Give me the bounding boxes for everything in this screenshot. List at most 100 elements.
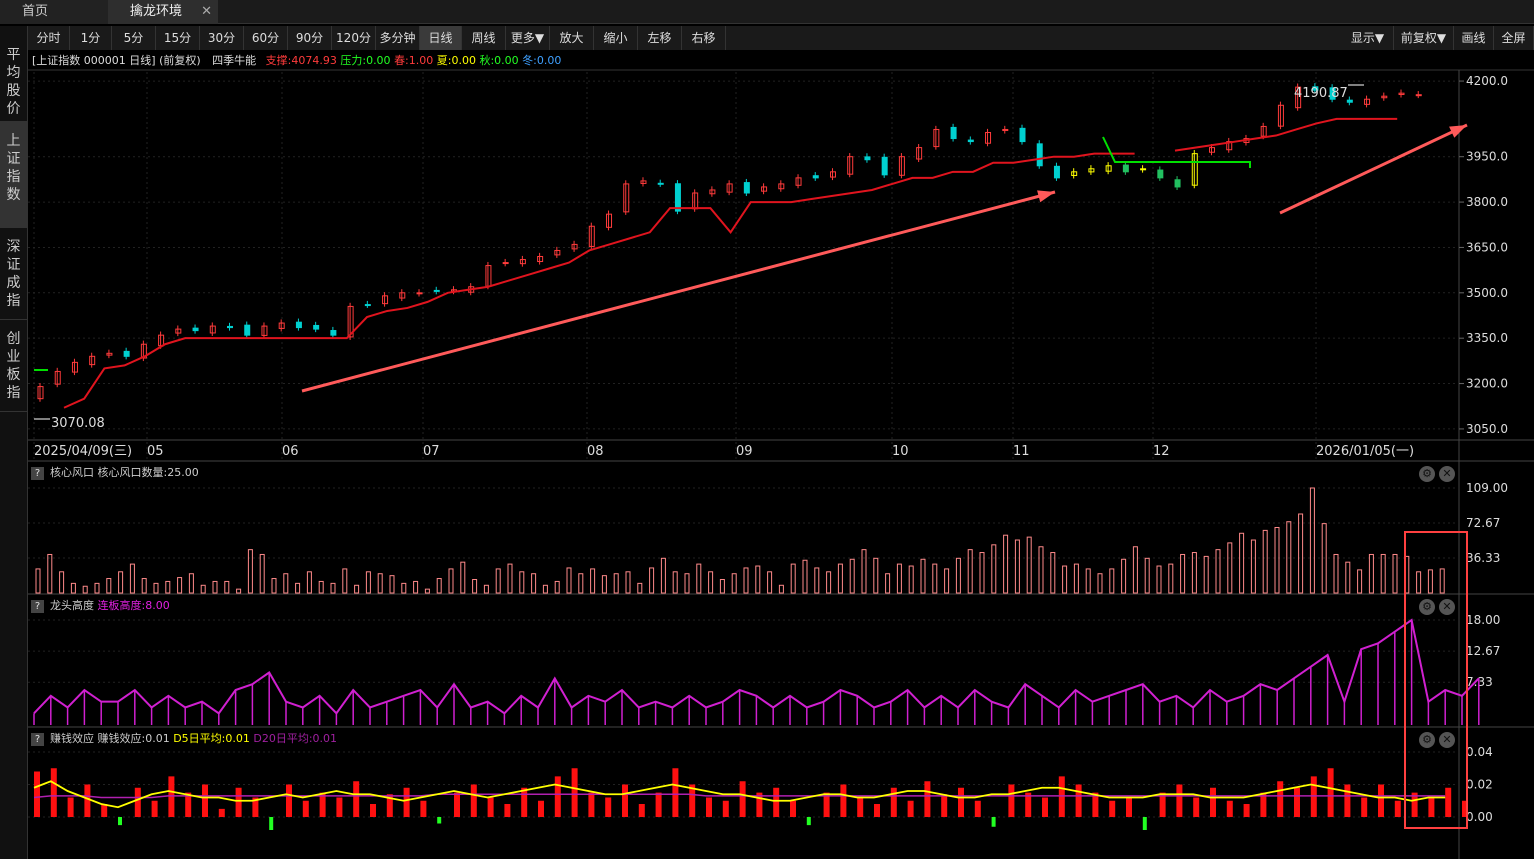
candle-body bbox=[967, 139, 974, 143]
panel1-bar bbox=[885, 573, 891, 594]
panel1-bar bbox=[1073, 563, 1079, 594]
chart-canvas[interactable]: 4200.0 3950.0 3800.0 3650.0 3500.0 3350.0 3200… bbox=[0, 0, 1534, 859]
profit-bar bbox=[1428, 797, 1435, 817]
profit-bar bbox=[1210, 787, 1216, 817]
candle-body bbox=[657, 182, 664, 185]
x-tick-label: 11 bbox=[1013, 444, 1030, 459]
loss-bar bbox=[269, 817, 274, 830]
panel1-bar bbox=[1239, 532, 1245, 594]
annotation-arrowhead bbox=[1449, 125, 1467, 138]
candle-body bbox=[502, 262, 509, 265]
panel1-bar bbox=[531, 573, 537, 594]
panel1-bar bbox=[1439, 568, 1445, 594]
panel1-bar bbox=[389, 575, 395, 594]
y-tick-label: 4200.0 bbox=[1466, 74, 1508, 88]
panel1-bar bbox=[1191, 552, 1197, 594]
profit-bar bbox=[554, 776, 561, 817]
profit-bar bbox=[638, 804, 645, 817]
profit-bar bbox=[1310, 776, 1317, 817]
profit-bar bbox=[958, 787, 964, 817]
profit-bar bbox=[134, 787, 141, 817]
x-tick-label: 06 bbox=[282, 444, 299, 459]
profit-bar bbox=[790, 800, 796, 817]
panel1-bar bbox=[1380, 553, 1386, 594]
profit-bar bbox=[336, 797, 343, 817]
y-tick-label: 109.00 bbox=[1466, 481, 1508, 495]
panel1-bar bbox=[47, 553, 53, 594]
y-tick-label: 3800.0 bbox=[1466, 195, 1508, 209]
panel1-bar bbox=[1014, 539, 1020, 594]
panel1-bar bbox=[896, 563, 902, 594]
panel1-bar bbox=[1168, 563, 1174, 594]
profit-bar bbox=[235, 787, 242, 817]
panel1-bar bbox=[212, 580, 218, 594]
profit-bar bbox=[605, 797, 612, 817]
profit-bar bbox=[504, 804, 511, 817]
candle-body bbox=[192, 327, 199, 332]
profit-bar bbox=[101, 804, 108, 817]
x-tick-label: 2025/04/09(三) bbox=[34, 444, 132, 459]
panel1-bar bbox=[460, 561, 466, 594]
panel1-bar bbox=[141, 578, 147, 594]
panel1-bar bbox=[767, 571, 773, 594]
loss-bar bbox=[437, 817, 442, 824]
annotation-arrowhead bbox=[1037, 190, 1055, 203]
profit-bar bbox=[874, 804, 880, 817]
panel1-bar bbox=[306, 571, 312, 594]
panel1-bar bbox=[1156, 565, 1162, 594]
panel1-bar bbox=[236, 588, 242, 594]
profit-bar bbox=[1193, 797, 1200, 817]
panel1-bar bbox=[849, 558, 855, 594]
panel1-bar bbox=[330, 582, 336, 594]
loss-bar bbox=[1142, 817, 1147, 830]
panel1-bar bbox=[1085, 568, 1091, 594]
profit-bar bbox=[286, 784, 292, 817]
panel1-bar bbox=[944, 568, 950, 594]
panel1-bar bbox=[1062, 565, 1068, 594]
panel1-bar bbox=[613, 573, 619, 594]
panel1-bar bbox=[519, 571, 525, 594]
panel1-bar bbox=[495, 568, 501, 594]
panel1-bar bbox=[401, 582, 407, 594]
candle-body bbox=[244, 324, 251, 336]
profit-bar bbox=[50, 768, 57, 817]
panel1-bar bbox=[601, 575, 607, 594]
panel1-bar bbox=[70, 582, 76, 594]
panel1-bar bbox=[979, 552, 985, 594]
profit-bar bbox=[1226, 800, 1233, 817]
y-tick-label: 3500.0 bbox=[1466, 286, 1508, 300]
y-tick-label: 0.04 bbox=[1466, 745, 1493, 759]
panel1-bar bbox=[837, 563, 843, 594]
profit-bar bbox=[403, 787, 410, 817]
profit-bar bbox=[1344, 784, 1351, 817]
panel1-bar bbox=[660, 557, 666, 594]
panel1-bar bbox=[708, 571, 714, 594]
panel1-bar bbox=[247, 549, 253, 594]
y-tick-label: 12.67 bbox=[1466, 644, 1500, 658]
low-price-label: 3070.08 bbox=[51, 416, 105, 431]
panel1-bar bbox=[672, 571, 678, 594]
profit-bar bbox=[84, 784, 91, 817]
profit-bar bbox=[1361, 797, 1368, 817]
panel1-bar bbox=[1250, 539, 1256, 594]
candle-body bbox=[1415, 94, 1422, 97]
profit-bar bbox=[168, 776, 175, 817]
panel1-bar bbox=[507, 563, 513, 594]
panel1-bar bbox=[1274, 526, 1280, 594]
profit-bar bbox=[454, 792, 460, 817]
panel1-bar bbox=[719, 579, 725, 594]
panel1-bar bbox=[731, 573, 737, 594]
profit-bar bbox=[1075, 784, 1082, 817]
profit-bar bbox=[1394, 800, 1401, 817]
panel1-bar bbox=[814, 567, 820, 594]
candle-body bbox=[313, 324, 320, 330]
panel1-bar bbox=[483, 584, 489, 594]
candle-body bbox=[433, 289, 440, 292]
panel1-bar bbox=[967, 549, 973, 594]
annotation-arrow bbox=[301, 190, 1056, 393]
panel1-bar bbox=[1262, 529, 1268, 594]
support-line bbox=[63, 152, 1135, 409]
panel1-bar bbox=[342, 568, 348, 594]
annotation-arrow bbox=[1279, 123, 1468, 215]
panel1-bar bbox=[1038, 546, 1044, 594]
